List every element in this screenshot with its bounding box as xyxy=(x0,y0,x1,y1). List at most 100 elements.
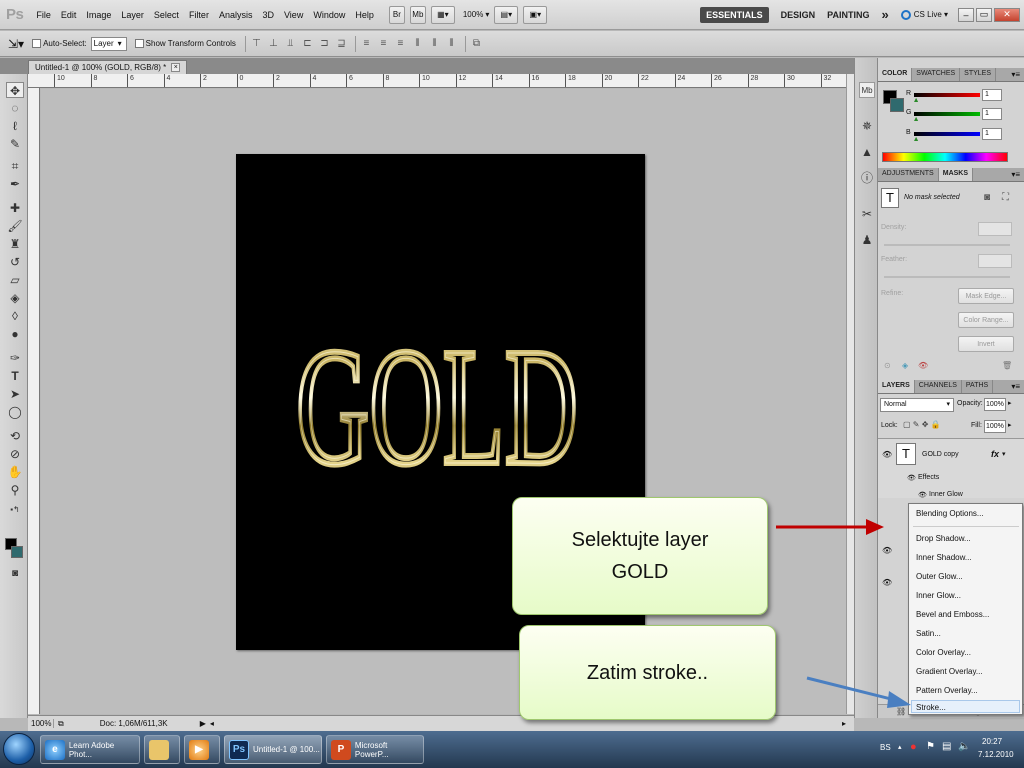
menu-file[interactable]: File xyxy=(36,10,51,20)
menu-analysis[interactable]: Analysis xyxy=(219,10,253,20)
menu-item-satin[interactable]: Satin... xyxy=(916,629,941,638)
delete-mask-icon[interactable]: 🗑 xyxy=(1002,361,1012,370)
background-color-swatch[interactable] xyxy=(11,546,23,558)
3d-rotate-tool-icon[interactable]: ⟲ xyxy=(6,428,24,444)
taskbar-item-powerpoint[interactable]: P Microsoft PowerP... xyxy=(326,735,424,764)
start-button[interactable] xyxy=(3,733,35,765)
scroll-left-icon[interactable]: ◂ xyxy=(210,719,214,728)
chevron-down-icon[interactable]: ▾ xyxy=(1002,450,1006,458)
panel-menu-icon[interactable]: ▾≡ xyxy=(1011,170,1020,179)
clone-source-icon[interactable]: ♟ xyxy=(859,232,875,248)
antivirus-tray-icon[interactable]: ● xyxy=(910,741,917,753)
color-range-button[interactable]: Color Range... xyxy=(958,312,1014,328)
menu-view[interactable]: View xyxy=(284,10,303,20)
apply-mask-icon[interactable]: ◈ xyxy=(902,361,908,370)
opacity-arrow-icon[interactable]: ▸ xyxy=(1008,399,1012,407)
fill-arrow-icon[interactable]: ▸ xyxy=(1008,421,1012,429)
menu-3d[interactable]: 3D xyxy=(262,10,274,20)
close-window-button[interactable]: ✕ xyxy=(994,7,1020,22)
menu-window[interactable]: Window xyxy=(313,10,345,20)
navigator-panel-icon[interactable]: ▲ xyxy=(859,144,875,160)
fill-field[interactable]: 100% xyxy=(984,420,1006,433)
inner-glow-eye-icon[interactable]: 👁 xyxy=(918,491,927,499)
layer-name[interactable]: GOLD copy xyxy=(922,451,959,458)
pen-tool-icon[interactable]: ✑ xyxy=(6,350,24,366)
g-slider[interactable] xyxy=(914,112,980,116)
menu-item-drop-shadow[interactable]: Drop Shadow... xyxy=(916,534,971,543)
layer-fx-icon[interactable]: fx xyxy=(991,449,999,459)
distribute-left-icon[interactable]: ⫴ xyxy=(411,38,424,50)
menu-item-blending-options[interactable]: Blending Options... xyxy=(916,509,984,518)
menu-select[interactable]: Select xyxy=(154,10,179,20)
menu-item-stroke[interactable]: Stroke... xyxy=(916,703,946,712)
dodge-tool-icon[interactable]: ● xyxy=(6,326,24,342)
menu-item-inner-shadow[interactable]: Inner Shadow... xyxy=(916,553,972,562)
distribute-hcenter-icon[interactable]: ⫴ xyxy=(428,38,441,50)
visibility-eye-icon[interactable]: 👁 xyxy=(882,578,892,587)
b-value-field[interactable]: 1 xyxy=(982,128,1002,140)
tab-channels[interactable]: CHANNELS xyxy=(915,380,962,393)
blend-mode-dropdown[interactable]: Normal ▾ xyxy=(880,398,954,412)
taskbar-item-browser[interactable]: e Learn Adobe Phot... xyxy=(40,735,140,764)
density-slider[interactable] xyxy=(884,244,1010,246)
vector-mask-icon[interactable]: ⛶ xyxy=(1002,192,1009,203)
b-slider[interactable] xyxy=(914,132,980,136)
tray-expand-icon[interactable]: ▴ xyxy=(898,743,902,751)
arrange-docs-dropdown[interactable]: ▤▾ xyxy=(494,5,519,24)
3d-panel-icon[interactable]: ✵ xyxy=(859,118,875,134)
r-value-field[interactable]: 1 xyxy=(982,89,1002,101)
auto-select-checkbox[interactable] xyxy=(32,39,42,48)
color-bg-swatch[interactable] xyxy=(890,98,904,112)
distribute-vcenter-icon[interactable]: ≡ xyxy=(377,38,390,50)
menu-item-pattern-overlay[interactable]: Pattern Overlay... xyxy=(916,686,978,695)
r-slider[interactable] xyxy=(914,93,980,97)
quick-mask-icon[interactable]: ◙ xyxy=(6,566,24,582)
menu-item-color-overlay[interactable]: Color Overlay... xyxy=(916,648,971,657)
distribute-top-icon[interactable]: ≡ xyxy=(360,38,373,50)
workspace-painting[interactable]: PAINTING xyxy=(827,10,869,20)
show-transform-checkbox[interactable] xyxy=(134,39,144,48)
type-tool-icon[interactable]: T xyxy=(6,368,24,384)
distribute-right-icon[interactable]: ⫴ xyxy=(445,38,458,50)
menu-edit[interactable]: Edit xyxy=(61,10,77,20)
mini-bridge-button[interactable]: Mb xyxy=(409,5,426,24)
b-slider-thumb[interactable]: ▲ xyxy=(913,136,920,143)
blur-tool-icon[interactable]: ◊ xyxy=(6,308,24,324)
menu-item-outer-glow[interactable]: Outer Glow... xyxy=(916,572,963,581)
disable-mask-icon[interactable]: 👁 xyxy=(918,361,928,370)
bridge-button[interactable]: Br xyxy=(388,5,405,24)
marquee-tool-icon[interactable]: ◌ xyxy=(6,100,24,116)
align-right-icon[interactable]: ⊒ xyxy=(335,38,348,50)
eraser-tool-icon[interactable]: ▱ xyxy=(6,272,24,288)
hand-tool-icon[interactable]: ✋ xyxy=(6,464,24,480)
effects-eye-icon[interactable]: 👁 xyxy=(907,474,916,482)
auto-align-icon[interactable]: ⧉ xyxy=(470,38,483,50)
g-slider-thumb[interactable]: ▲ xyxy=(913,116,920,123)
info-panel-icon[interactable]: ⓘ xyxy=(859,170,875,186)
crop-tool-icon[interactable]: ⌗ xyxy=(6,158,24,174)
shape-tool-icon[interactable]: ◯ xyxy=(6,404,24,420)
path-selection-tool-icon[interactable]: ➤ xyxy=(6,386,24,402)
tools-presets-icon[interactable]: ✂ xyxy=(859,206,875,222)
status-zoom[interactable]: 100% xyxy=(28,719,54,728)
feather-field[interactable] xyxy=(978,254,1012,268)
color-spectrum-bar[interactable] xyxy=(882,152,1008,162)
action-center-flag-icon[interactable]: ⚑ xyxy=(926,741,935,752)
paint-bucket-tool-icon[interactable]: ◈ xyxy=(6,290,24,306)
taskbar-media-player[interactable]: ▶ xyxy=(184,735,220,764)
network-icon[interactable]: ▤ xyxy=(942,741,951,752)
move-tool-preset-icon[interactable]: ⇲▾ xyxy=(8,37,24,51)
align-left-icon[interactable]: ⊏ xyxy=(301,38,314,50)
lasso-tool-icon[interactable]: ℓ xyxy=(6,118,24,134)
screen-mode-dropdown[interactable]: ▣▾ xyxy=(523,5,548,24)
menu-help[interactable]: Help xyxy=(355,10,374,20)
document-tab[interactable]: Untitled-1 @ 100% (GOLD, RGB/8) * × xyxy=(28,60,188,74)
align-bottom-icon[interactable]: ⫫ xyxy=(284,38,297,50)
vertical-scrollbar[interactable] xyxy=(846,74,854,714)
menu-layer[interactable]: Layer xyxy=(121,10,144,20)
extras-dropdown[interactable]: ▦▾ xyxy=(430,5,455,24)
opacity-field[interactable]: 100% xyxy=(984,398,1006,411)
cs-live-button[interactable]: CS Live ▾ xyxy=(900,9,948,20)
brush-tool-icon[interactable]: 🖌 xyxy=(6,218,24,234)
clock-date[interactable]: 7.12.2010 xyxy=(978,750,1014,759)
